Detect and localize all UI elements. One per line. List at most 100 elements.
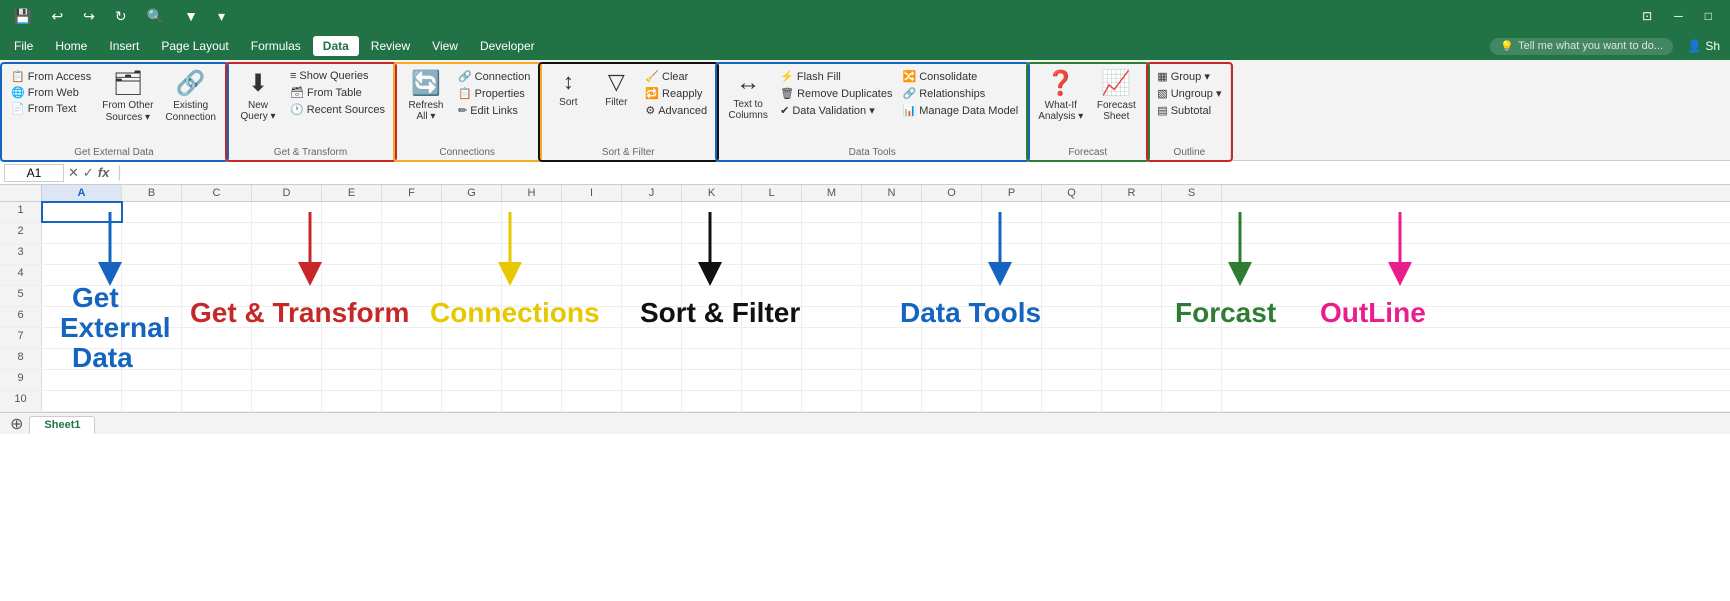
cell-S4[interactable] xyxy=(1162,265,1222,285)
col-header-p[interactable]: P xyxy=(982,185,1042,201)
cell-S8[interactable] xyxy=(1162,349,1222,369)
cell-F9[interactable] xyxy=(382,370,442,390)
cell-F10[interactable] xyxy=(382,391,442,411)
menu-developer[interactable]: Developer xyxy=(470,36,545,56)
cell-O1[interactable] xyxy=(922,202,982,222)
clear-button[interactable]: 🧹 Clear xyxy=(642,69,710,84)
menu-formulas[interactable]: Formulas xyxy=(241,36,311,56)
cell-E5[interactable] xyxy=(322,286,382,306)
cell-H8[interactable] xyxy=(502,349,562,369)
cell-J7[interactable] xyxy=(622,328,682,348)
from-other-sources-button[interactable]: 🗂 From OtherSources ▾ xyxy=(98,67,157,126)
cell-Q7[interactable] xyxy=(1042,328,1102,348)
row-num-6[interactable]: 6 xyxy=(0,307,42,327)
cell-G6[interactable] xyxy=(442,307,502,327)
cell-Q8[interactable] xyxy=(1042,349,1102,369)
cell-O5[interactable] xyxy=(922,286,982,306)
cell-B5[interactable] xyxy=(122,286,182,306)
maximize-btn[interactable]: □ xyxy=(1695,7,1722,25)
cell-H2[interactable] xyxy=(502,223,562,243)
cell-C2[interactable] xyxy=(182,223,252,243)
text-to-columns-button[interactable]: ↔ Text toColumns xyxy=(723,67,773,123)
cell-L1[interactable] xyxy=(742,202,802,222)
existing-connection-button[interactable]: 🔗 ExistingConnection xyxy=(161,67,220,126)
cell-L3[interactable] xyxy=(742,244,802,264)
menu-file[interactable]: File xyxy=(4,36,43,56)
cell-O7[interactable] xyxy=(922,328,982,348)
from-table-button[interactable]: 🗃 From Table xyxy=(287,85,388,100)
cell-Q2[interactable] xyxy=(1042,223,1102,243)
cell-E4[interactable] xyxy=(322,265,382,285)
cell-R10[interactable] xyxy=(1102,391,1162,411)
col-header-m[interactable]: M xyxy=(802,185,862,201)
cell-O9[interactable] xyxy=(922,370,982,390)
cell-R8[interactable] xyxy=(1102,349,1162,369)
cell-M7[interactable] xyxy=(802,328,862,348)
sort-button[interactable]: ↕ Sort xyxy=(546,67,590,110)
cell-D9[interactable] xyxy=(252,370,322,390)
cell-G3[interactable] xyxy=(442,244,502,264)
cell-H7[interactable] xyxy=(502,328,562,348)
cell-G10[interactable] xyxy=(442,391,502,411)
cell-M6[interactable] xyxy=(802,307,862,327)
cell-A6[interactable] xyxy=(42,307,122,327)
cell-L2[interactable] xyxy=(742,223,802,243)
menu-review[interactable]: Review xyxy=(361,36,420,56)
cell-J9[interactable] xyxy=(622,370,682,390)
cell-F5[interactable] xyxy=(382,286,442,306)
cell-B7[interactable] xyxy=(122,328,182,348)
save-icon[interactable]: 💾 xyxy=(8,6,37,27)
cell-C1[interactable] xyxy=(182,202,252,222)
cell-Q9[interactable] xyxy=(1042,370,1102,390)
refresh-all-button[interactable]: 🔄 RefreshAll ▾ xyxy=(401,67,451,124)
cell-P10[interactable] xyxy=(982,391,1042,411)
group-button[interactable]: ▦ Group ▾ xyxy=(1154,69,1224,84)
cell-O8[interactable] xyxy=(922,349,982,369)
cell-R5[interactable] xyxy=(1102,286,1162,306)
cell-M1[interactable] xyxy=(802,202,862,222)
cell-R7[interactable] xyxy=(1102,328,1162,348)
row-num-9[interactable]: 9 xyxy=(0,370,42,390)
cell-I5[interactable] xyxy=(562,286,622,306)
cell-J6[interactable] xyxy=(622,307,682,327)
minimize-btn[interactable]: ─ xyxy=(1664,7,1693,25)
cell-A7[interactable] xyxy=(42,328,122,348)
cell-N9[interactable] xyxy=(862,370,922,390)
menu-home[interactable]: Home xyxy=(45,36,97,56)
cell-H6[interactable] xyxy=(502,307,562,327)
cell-P9[interactable] xyxy=(982,370,1042,390)
cell-K1[interactable] xyxy=(682,202,742,222)
col-header-n[interactable]: N xyxy=(862,185,922,201)
cell-S5[interactable] xyxy=(1162,286,1222,306)
cell-A10[interactable] xyxy=(42,391,122,411)
cell-I2[interactable] xyxy=(562,223,622,243)
cell-K6[interactable] xyxy=(682,307,742,327)
connection-button[interactable]: 🔗 Connection xyxy=(455,69,533,84)
cell-K8[interactable] xyxy=(682,349,742,369)
show-queries-button[interactable]: ≡ Show Queries xyxy=(287,69,388,83)
row-num-7[interactable]: 7 xyxy=(0,328,42,348)
cell-M9[interactable] xyxy=(802,370,862,390)
cell-P7[interactable] xyxy=(982,328,1042,348)
cell-B10[interactable] xyxy=(122,391,182,411)
cell-E9[interactable] xyxy=(322,370,382,390)
cell-O4[interactable] xyxy=(922,265,982,285)
cell-E2[interactable] xyxy=(322,223,382,243)
cell-E1[interactable] xyxy=(322,202,382,222)
col-header-d[interactable]: D xyxy=(252,185,322,201)
cell-E7[interactable] xyxy=(322,328,382,348)
cell-D7[interactable] xyxy=(252,328,322,348)
flash-fill-button[interactable]: ⚡ Flash Fill xyxy=(777,69,895,84)
cell-S6[interactable] xyxy=(1162,307,1222,327)
cell-H4[interactable] xyxy=(502,265,562,285)
menu-insert[interactable]: Insert xyxy=(99,36,149,56)
cell-P4[interactable] xyxy=(982,265,1042,285)
col-header-h[interactable]: H xyxy=(502,185,562,201)
what-if-analysis-button[interactable]: ❓ What-IfAnalysis ▾ xyxy=(1034,67,1087,124)
cell-K5[interactable] xyxy=(682,286,742,306)
cell-N3[interactable] xyxy=(862,244,922,264)
cell-D2[interactable] xyxy=(252,223,322,243)
cell-P8[interactable] xyxy=(982,349,1042,369)
col-header-o[interactable]: O xyxy=(922,185,982,201)
cell-K7[interactable] xyxy=(682,328,742,348)
